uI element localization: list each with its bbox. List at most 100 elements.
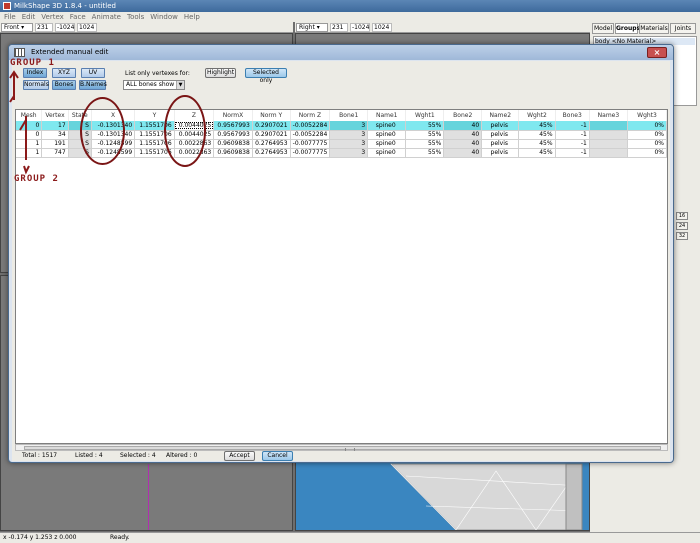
column-header[interactable]: Wght3	[627, 110, 667, 121]
highlight-button[interactable]: Highlight	[205, 68, 236, 78]
scrollbar-thumb[interactable]	[24, 446, 661, 451]
table-cell[interactable]: 45%	[518, 130, 556, 140]
table-cell[interactable]: 40	[443, 139, 483, 149]
close-button[interactable]: ×	[647, 47, 667, 58]
column-header[interactable]: Name1	[367, 110, 407, 121]
front-v1[interactable]: 231	[35, 23, 53, 32]
table-cell[interactable]: -0.0077775	[290, 148, 331, 158]
table-cell[interactable]: spine0	[367, 130, 407, 140]
table-cell[interactable]: 34	[41, 130, 69, 140]
right-v1[interactable]: 231	[330, 23, 348, 32]
column-header[interactable]: Wght2	[518, 110, 556, 121]
front-v2[interactable]: -1024	[55, 23, 75, 32]
column-header[interactable]: Bone1	[329, 110, 369, 121]
table-cell[interactable]: -1	[555, 130, 590, 140]
side-button-32[interactable]: 32	[676, 232, 688, 240]
table-cell[interactable]: -1	[555, 121, 590, 131]
bones-toggle[interactable]: Bones	[52, 80, 76, 90]
table-cell[interactable]: 747	[41, 148, 69, 158]
table-cell[interactable]: 0.9567993	[213, 121, 253, 131]
table-cell[interactable]: 0.2764953	[252, 148, 291, 158]
bnames-toggle[interactable]: B.Names	[79, 80, 107, 90]
column-header[interactable]: NormX	[213, 110, 253, 121]
table-cell[interactable]: 40	[443, 130, 483, 140]
table-cell[interactable]: 191	[41, 139, 69, 149]
table-cell[interactable]	[589, 139, 629, 149]
table-cell[interactable]: 45%	[518, 139, 556, 149]
right-view-select[interactable]: Right ▾	[296, 23, 328, 32]
table-cell[interactable]: -1	[555, 139, 590, 149]
column-header[interactable]: Norm Z	[290, 110, 331, 121]
column-header[interactable]: Name3	[589, 110, 629, 121]
menu-face[interactable]: Face	[70, 13, 86, 21]
tab-joints[interactable]: Joints	[670, 23, 696, 34]
menu-tools[interactable]: Tools	[127, 13, 144, 21]
column-header[interactable]: Name2	[481, 110, 520, 121]
uv-toggle[interactable]: UV	[81, 68, 105, 78]
table-cell[interactable]: 0%	[627, 148, 667, 158]
tab-model[interactable]: Model	[592, 23, 614, 34]
side-button-24[interactable]: 24	[676, 222, 688, 230]
table-cell[interactable]: 0.2907021	[252, 121, 291, 131]
table-cell[interactable]: 0.9609838	[213, 148, 253, 158]
column-header[interactable]: Bone3	[555, 110, 590, 121]
right-v3[interactable]: 1024	[372, 23, 392, 32]
table-cell[interactable]: 0.2907021	[252, 130, 291, 140]
table-cell[interactable]: pelvis	[481, 121, 520, 131]
table-cell[interactable]: 0.9609838	[213, 139, 253, 149]
table-cell[interactable]: 40	[443, 148, 483, 158]
table-cell[interactable]: 3	[329, 130, 369, 140]
table-cell[interactable]: 0.9567993	[213, 130, 253, 140]
table-cell[interactable]: 55%	[405, 148, 445, 158]
menu-animate[interactable]: Animate	[92, 13, 121, 21]
table-cell[interactable]: 0%	[627, 130, 667, 140]
selected-only-button[interactable]: Selected only	[245, 68, 287, 84]
tab-groups[interactable]: Groups	[615, 23, 640, 34]
table-cell[interactable]: 17	[41, 121, 69, 131]
table-cell[interactable]	[589, 121, 629, 131]
table-cell[interactable]: 55%	[405, 121, 445, 131]
table-cell[interactable]: 3	[329, 121, 369, 131]
accept-button[interactable]: Accept	[224, 451, 255, 461]
table-cell[interactable]: 0%	[627, 139, 667, 149]
table-cell[interactable]: 3	[329, 139, 369, 149]
front-view-select[interactable]: Front ▾	[1, 23, 33, 32]
menu-vertex[interactable]: Vertex	[41, 13, 64, 21]
horizontal-scrollbar[interactable]	[15, 444, 668, 451]
cancel-button[interactable]: Cancel	[262, 451, 293, 461]
table-cell[interactable]: 45%	[518, 121, 556, 131]
menu-window[interactable]: Window	[150, 13, 178, 21]
xyz-toggle[interactable]: XYZ	[52, 68, 76, 78]
table-cell[interactable]	[589, 148, 629, 158]
bone-filter-select[interactable]: ALL bones show ▼	[123, 80, 185, 90]
table-cell[interactable]: spine0	[367, 139, 407, 149]
table-cell[interactable]: 45%	[518, 148, 556, 158]
column-header[interactable]: Bone2	[443, 110, 483, 121]
table-cell[interactable]: -0.0052284	[290, 121, 331, 131]
column-header[interactable]: Vertex	[41, 110, 69, 121]
front-v3[interactable]: 1024	[77, 23, 97, 32]
table-cell[interactable]: pelvis	[481, 139, 520, 149]
table-cell[interactable]: -1	[555, 148, 590, 158]
menu-help[interactable]: Help	[184, 13, 200, 21]
table-cell[interactable]: 55%	[405, 130, 445, 140]
right-v2[interactable]: -1024	[350, 23, 370, 32]
menu-file[interactable]: File	[4, 13, 16, 21]
table-cell[interactable]: 0%	[627, 121, 667, 131]
table-cell[interactable]: 3	[329, 148, 369, 158]
table-cell[interactable]: pelvis	[481, 130, 520, 140]
tab-materials[interactable]: Materials	[639, 23, 669, 34]
table-cell[interactable]: 40	[443, 121, 483, 131]
table-cell[interactable]: -0.0077775	[290, 139, 331, 149]
table-cell[interactable]: pelvis	[481, 148, 520, 158]
column-header[interactable]: Norm Y	[252, 110, 291, 121]
table-cell[interactable]: spine0	[367, 148, 407, 158]
table-cell[interactable]	[589, 130, 629, 140]
column-header[interactable]: Wght1	[405, 110, 445, 121]
side-button-16[interactable]: 16	[676, 212, 688, 220]
menu-edit[interactable]: Edit	[22, 13, 36, 21]
table-cell[interactable]: -0.0052284	[290, 130, 331, 140]
table-cell[interactable]: 0.2764953	[252, 139, 291, 149]
table-cell[interactable]: 55%	[405, 139, 445, 149]
table-cell[interactable]: spine0	[367, 121, 407, 131]
